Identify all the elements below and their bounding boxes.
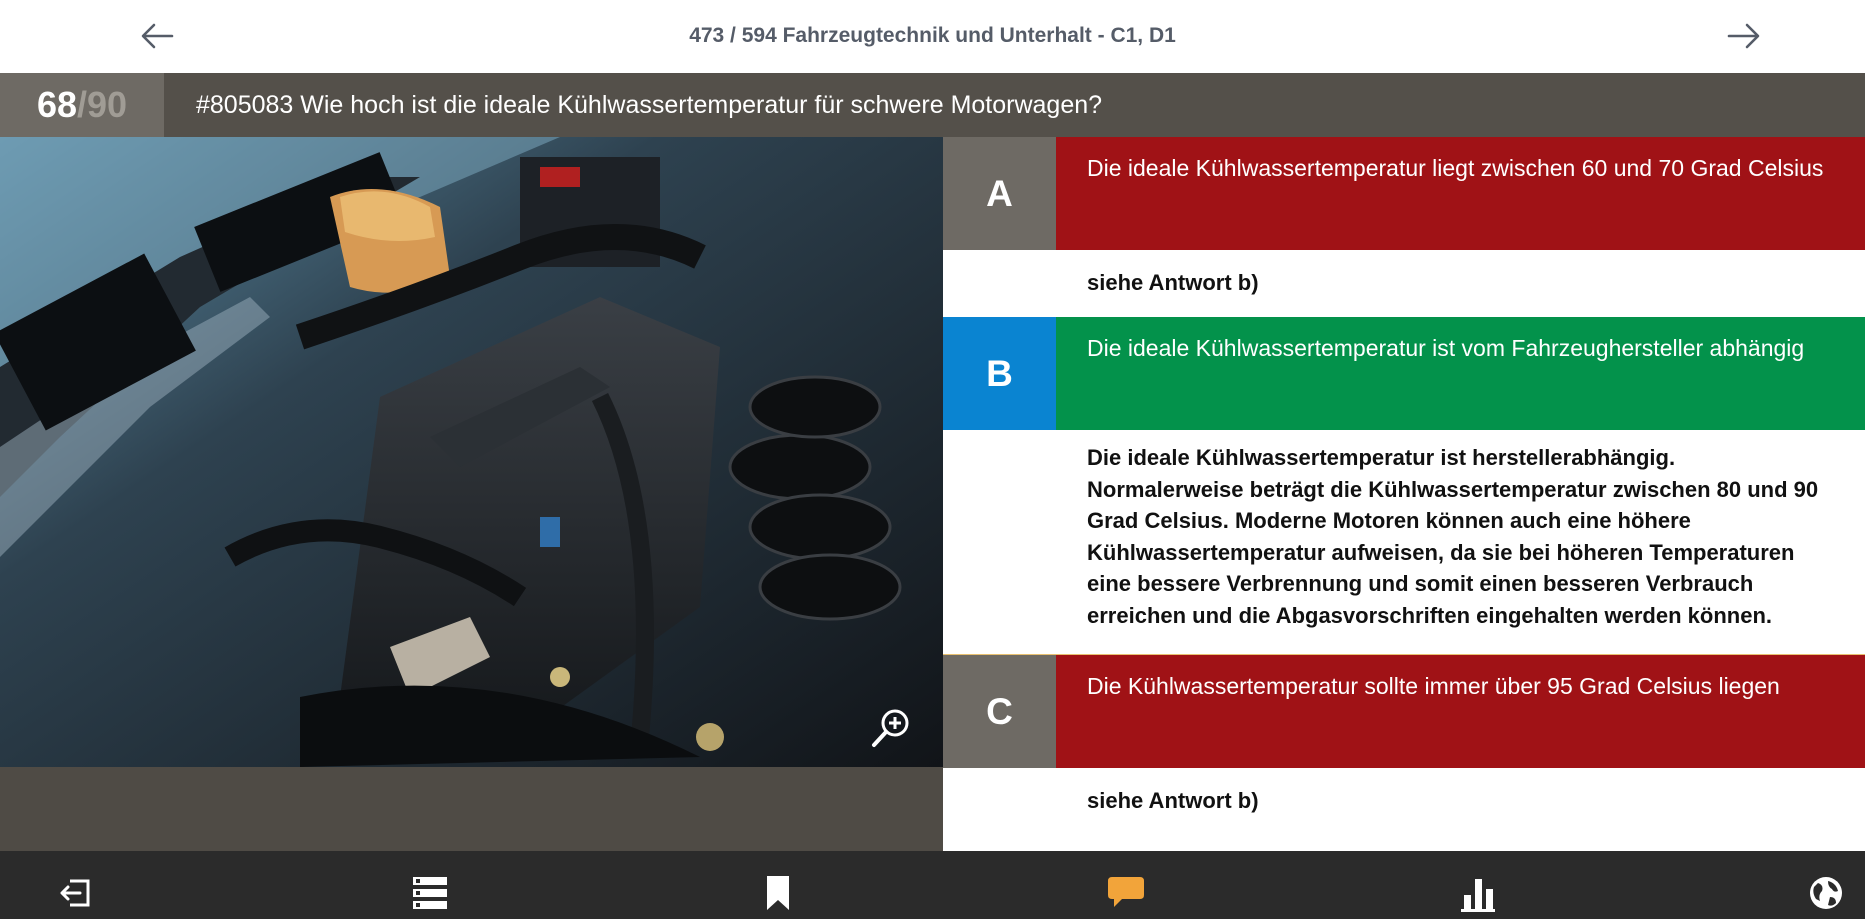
explanation-line: siehe Antwort b) bbox=[1087, 270, 1259, 295]
question-text: #805083 Wie hoch ist die ideale Kühlwass… bbox=[196, 91, 1103, 119]
answer-letter: B bbox=[943, 317, 1056, 430]
explanation-line: Normalerweise beträgt die Kühlwassertemp… bbox=[1087, 477, 1819, 502]
answers-panel: A Die ideale Kühlwassertemperatur liegt … bbox=[943, 137, 1865, 836]
explanation-line: Die ideale Kühlwassertemperatur ist hers… bbox=[1087, 445, 1676, 470]
explanation-line: Kühlwassertemperatur aufweisen, da sie b… bbox=[1087, 540, 1795, 565]
answer-text: Die ideale Kühlwassertemperatur ist vom … bbox=[1056, 317, 1865, 430]
answer-text: Die ideale Kühlwassertemperatur liegt zw… bbox=[1056, 137, 1865, 250]
answer-letter: A bbox=[943, 137, 1056, 250]
bottom-toolbar bbox=[0, 851, 1865, 919]
explanation-line: siehe Antwort b) bbox=[1087, 788, 1259, 813]
exit-icon[interactable] bbox=[56, 873, 96, 913]
section-title: 473 / 594 Fahrzeugtechnik und Unterhalt … bbox=[689, 24, 1176, 47]
counter-current: 68 bbox=[36, 84, 77, 125]
bookmark-icon[interactable] bbox=[758, 873, 798, 913]
question-counter: 68/90 bbox=[0, 73, 164, 137]
answer-a[interactable]: A Die ideale Kühlwassertemperatur liegt … bbox=[943, 137, 1865, 250]
zoom-in-icon[interactable] bbox=[866, 703, 916, 753]
answer-text: Die Kühlwassertemperatur sollte immer üb… bbox=[1056, 655, 1865, 768]
image-pane bbox=[0, 137, 943, 851]
answer-c-explanation: siehe Antwort b) bbox=[943, 768, 1865, 836]
statistics-icon[interactable] bbox=[1458, 873, 1498, 913]
explanation-line: Grad Celsius. Moderne Motoren können auc… bbox=[1087, 508, 1691, 533]
answer-a-explanation: siehe Antwort b) bbox=[943, 250, 1865, 317]
answer-b[interactable]: B Die ideale Kühlwassertemperatur ist vo… bbox=[943, 317, 1865, 430]
explanation-line: eine bessere Verbrennung und somit einen… bbox=[1087, 571, 1754, 596]
counter-separator: / bbox=[76, 84, 87, 125]
arrow-right-icon[interactable] bbox=[1721, 14, 1765, 58]
answer-letter: C bbox=[943, 655, 1056, 768]
answer-c[interactable]: C Die Kühlwassertemperatur sollte immer … bbox=[943, 655, 1865, 768]
explanation-line: erreichen und die Abgasvorschriften eing… bbox=[1087, 603, 1772, 628]
top-bar: 473 / 594 Fahrzeugtechnik und Unterhalt … bbox=[0, 0, 1865, 73]
globe-icon[interactable] bbox=[1806, 873, 1846, 913]
comment-icon[interactable] bbox=[1106, 873, 1146, 913]
question-bar: 68/90 #805083 Wie hoch ist die ideale Kü… bbox=[0, 73, 1865, 137]
list-icon[interactable] bbox=[410, 873, 450, 913]
answer-b-explanation: Die ideale Kühlwassertemperatur ist hers… bbox=[943, 430, 1865, 651]
counter-total: 90 bbox=[87, 84, 128, 125]
engine-photo[interactable] bbox=[0, 137, 943, 767]
